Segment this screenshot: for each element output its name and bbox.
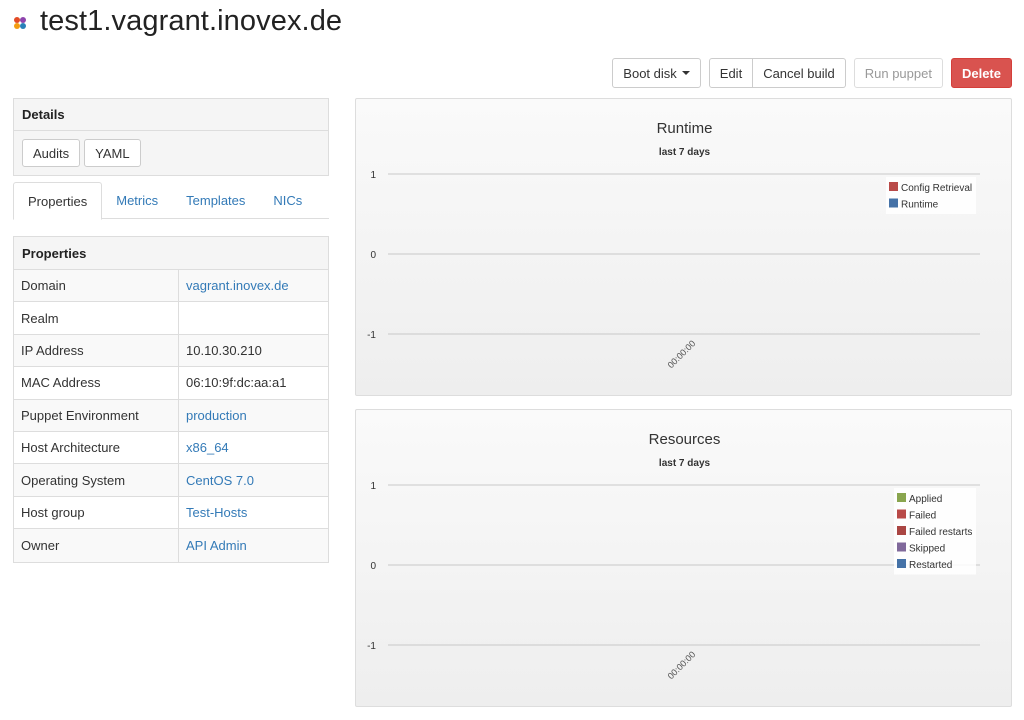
host-icon [14,17,26,29]
property-key: Host group [14,496,179,529]
legend-swatch [897,493,906,502]
chart-title: Resources [649,431,721,448]
legend-entry: Runtime [901,200,939,211]
property-key: Realm [14,302,179,334]
table-row: IP Address 10.10.30.210 [14,334,328,368]
property-key: IP Address [14,334,179,367]
host-toolbar: Boot disk Edit Cancel build Run puppet D… [612,58,1012,88]
x-tick-label: 00:00:00 [666,338,698,370]
x-tick-label: 00:00:00 [666,649,698,681]
table-row: Host group Test-Hosts [14,496,328,530]
details-actions: Audits YAML [14,131,328,175]
resources-chart: Resources last 7 days 1 0 -1 00:00:00 Applied F… [355,409,1012,707]
property-value[interactable]: Test-Hosts [179,497,328,528]
delete-button[interactable]: Delete [950,58,1012,88]
property-key: Owner [14,529,179,562]
table-row: Host Architecture x86_64 [14,431,328,465]
legend-swatch [889,198,898,208]
runtime-chart: Runtime last 7 days 1 0 -1 00:00:00 Config Ret… [355,98,1012,396]
property-value[interactable]: x86_64 [179,432,328,463]
tab-nics[interactable]: NICs [259,182,316,219]
table-row: Realm [14,302,328,335]
details-title: Details [14,99,328,131]
property-key: Operating System [14,464,179,496]
property-key: Puppet Environment [14,399,179,431]
chart-subtitle: last 7 days [659,458,711,469]
property-key: Domain [14,270,179,302]
legend-swatch [897,509,906,519]
tab-templates[interactable]: Templates [172,182,259,219]
table-row: MAC Address 06:10:9f:dc:aa:a1 [14,367,328,400]
legend-entry: Restarted [909,560,952,571]
property-key: Host Architecture [14,431,179,464]
legend-swatch [897,542,906,552]
legend-entry: Skipped [909,544,945,555]
legend-entry: Failed [909,511,936,522]
legend-swatch [897,559,906,568]
properties-rows: Domain vagrant.inovex.de Realm IP Address 10… [14,270,328,562]
y-tick-label: 1 [370,170,376,181]
cancel-build-button[interactable]: Cancel build [753,58,846,88]
properties-title: Properties [14,237,328,270]
property-value [179,302,328,333]
yaml-button[interactable]: YAML [84,139,141,167]
table-row: Owner API Admin [14,529,328,562]
property-value: 06:10:9f:dc:aa:a1 [186,375,287,391]
boot-disk-dropdown-button[interactable]: Boot disk [612,58,701,88]
chart-subtitle: last 7 days [659,147,711,158]
table-row: Domain vagrant.inovex.de [14,270,328,303]
caret-down-icon [681,71,690,75]
legend-swatch [897,526,906,535]
y-tick-label: 0 [370,250,376,261]
legend-entry: Applied [909,494,942,505]
tab-metrics[interactable]: Metrics [102,182,172,219]
audits-button[interactable]: Audits [22,139,81,167]
property-value[interactable]: vagrant.inovex.de [179,270,328,301]
property-value[interactable]: production [179,400,328,431]
property-value: 10.10.30.210 [186,342,262,358]
details-panel: Details Audits YAML [13,98,329,176]
property-value[interactable]: API Admin [179,529,328,561]
edit-button[interactable]: Edit [708,58,754,88]
y-tick-label: -1 [367,641,376,652]
properties-table: Properties Domain vagrant.inovex.de Realm I… [13,236,329,563]
chart-title: Runtime [657,120,713,137]
boot-disk-label: Boot disk [623,65,677,81]
page-title: test1.vagrant.inovex.de [40,4,343,37]
y-tick-label: 0 [370,561,376,572]
legend-entry: Failed restarts [909,527,972,538]
tab-properties[interactable]: Properties [13,182,103,220]
chart-svg: Runtime last 7 days 1 0 -1 00:00:00 Config Ret… [367,120,980,370]
page-header: test1.vagrant.inovex.de [12,4,342,38]
legend-swatch [889,182,898,191]
chart-svg: Resources last 7 days 1 0 -1 00:00:00 Applied F… [367,431,980,681]
y-tick-label: -1 [367,330,376,341]
y-tick-label: 1 [370,481,376,492]
table-row: Puppet Environment production [14,399,328,432]
legend-entry: Config Retrieval [901,183,972,194]
property-value[interactable]: CentOS 7.0 [179,464,328,495]
table-row: Operating System CentOS 7.0 [14,464,328,497]
host-tabs: Properties Metrics Templates NICs [13,182,329,220]
property-key: MAC Address [14,367,179,399]
run-puppet-button[interactable]: Run puppet [853,58,943,88]
